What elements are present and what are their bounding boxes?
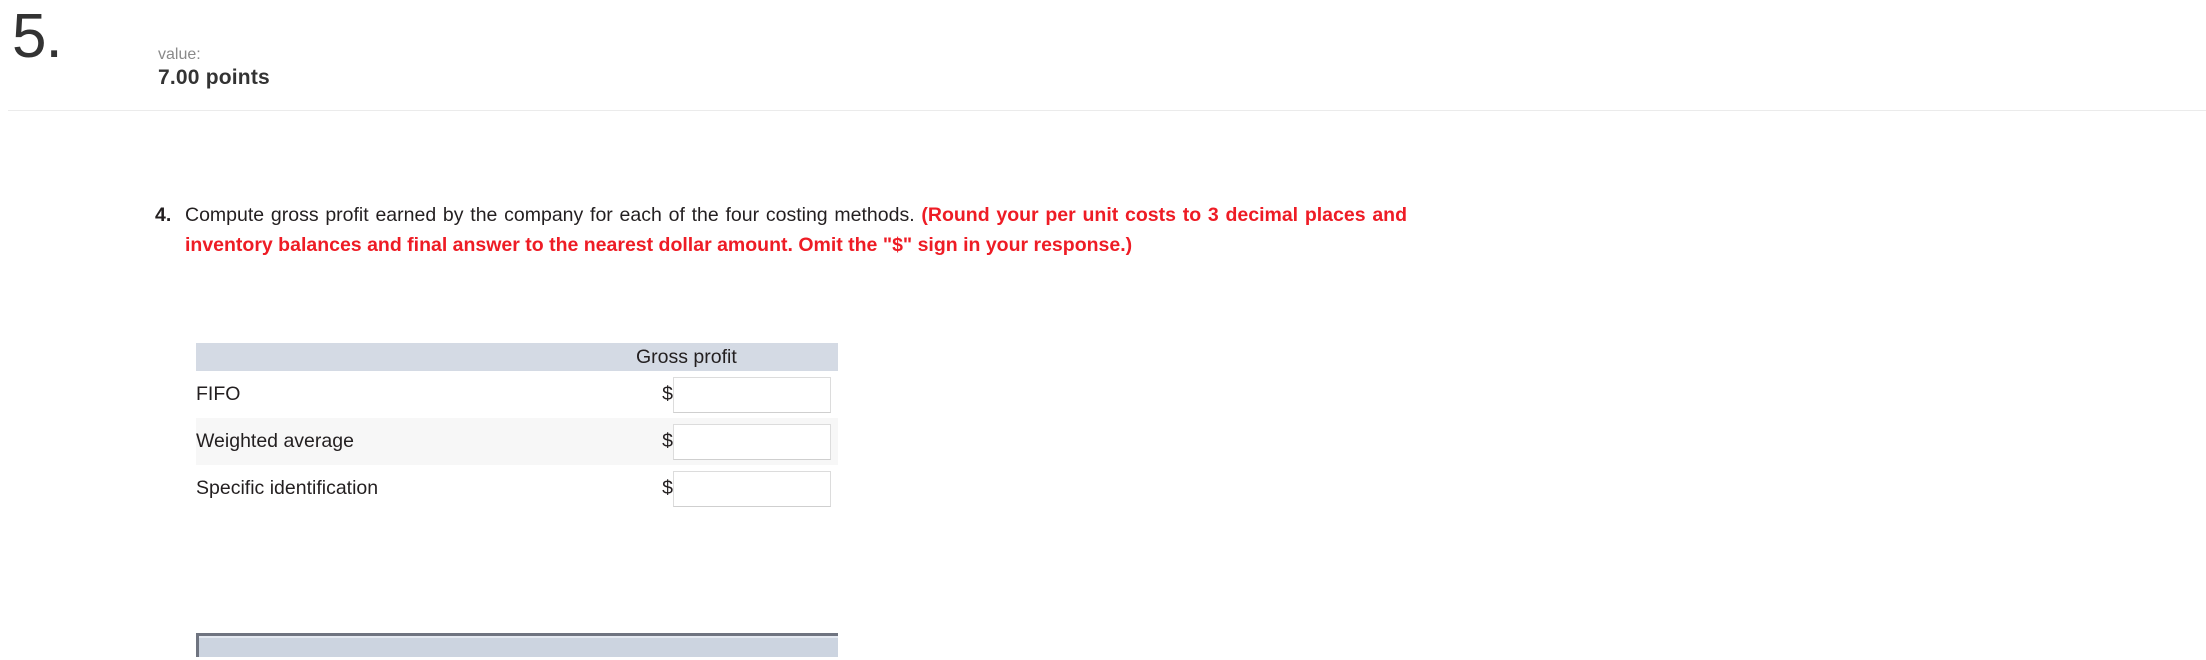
- currency-symbol-weighted-average: $: [636, 418, 673, 465]
- question-number: 5.: [12, 2, 63, 71]
- table-header: Gross profit: [196, 343, 838, 371]
- gross-profit-input-weighted-average[interactable]: [673, 423, 831, 460]
- gross-profit-input-fifo[interactable]: [673, 376, 831, 413]
- question-prompt: 4. Compute gross profit earned by the co…: [155, 200, 1407, 260]
- currency-symbol-fifo: $: [662, 383, 673, 405]
- table-footer-bar: [196, 633, 838, 657]
- input-cell-fifo: [673, 371, 838, 418]
- table-row: Weighted average $: [196, 418, 838, 465]
- table-header-row: Gross profit: [196, 343, 838, 371]
- value-label: value:: [158, 46, 201, 63]
- gross-profit-input-specific-identification[interactable]: [673, 470, 831, 507]
- column-header-method: [196, 343, 636, 371]
- currency-symbol-specific-identification: $: [662, 477, 673, 499]
- question-prompt-marker: 4.: [155, 204, 172, 226]
- table-row: Specific identification $: [196, 465, 838, 512]
- row-label-specific-identification: Specific identification: [196, 477, 379, 499]
- question-header: 5. value: 7.00 points: [0, 0, 2206, 111]
- column-header-gross-profit: Gross profit: [636, 343, 838, 371]
- question-body: 4. Compute gross profit earned by the co…: [0, 110, 2206, 660]
- row-label-weighted-average: Weighted average: [196, 418, 636, 465]
- points-value: 7.00 points: [158, 66, 270, 89]
- row-label-fifo: FIFO: [196, 383, 241, 405]
- footer-bar-highlight: [199, 636, 838, 638]
- table-row: FIFO $: [196, 371, 838, 418]
- table-body: FIFO $ Weighted average $ Specific ident…: [196, 371, 838, 512]
- question-prompt-plain-text: Compute gross profit earned by the compa…: [185, 204, 915, 226]
- gross-profit-table-container: Gross profit FIFO $ Weighted average $ S…: [196, 343, 838, 512]
- input-cell-weighted-average: [673, 418, 838, 465]
- question-prompt-body: Compute gross profit earned by the compa…: [185, 200, 1407, 260]
- input-cell-specific-identification: [673, 465, 838, 512]
- question-value-block: value: 7.00 points: [158, 45, 270, 91]
- gross-profit-table: Gross profit FIFO $ Weighted average $ S…: [196, 343, 838, 512]
